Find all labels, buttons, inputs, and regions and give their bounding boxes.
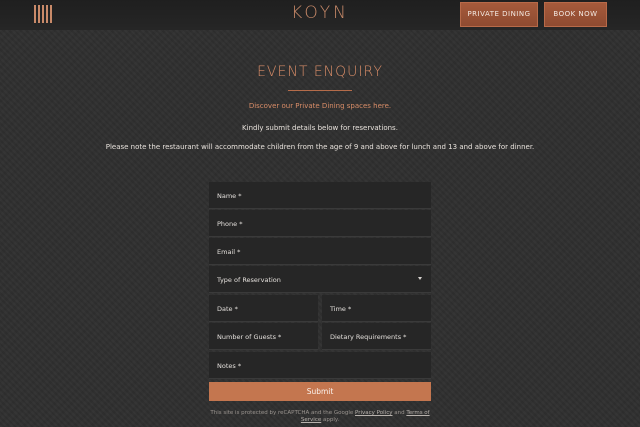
recaptcha-notice: This site is protected by reCAPTCHA and …: [210, 410, 430, 424]
date-field-label: Date *: [217, 305, 238, 313]
recaptcha-and: and: [392, 410, 407, 416]
guests-field[interactable]: Number of Guests *: [209, 323, 318, 350]
recaptcha-prefix: This site is protected by reCAPTCHA and …: [210, 410, 356, 416]
phone-field[interactable]: Phone *: [209, 210, 431, 237]
dietary-field-label: Dietary Requirements *: [330, 333, 407, 341]
title-divider: [288, 90, 352, 91]
guests-field-label: Number of Guests *: [217, 333, 282, 341]
email-field[interactable]: Email *: [209, 238, 431, 265]
reservation-instructions: Kindly submit details below for reservat…: [242, 124, 398, 132]
book-now-button[interactable]: BOOK NOW: [544, 2, 607, 27]
discover-private-dining-link[interactable]: Discover our Private Dining spaces here.: [0, 102, 640, 110]
submit-button[interactable]: Submit: [209, 382, 431, 401]
name-field-label: Name *: [217, 192, 242, 200]
privacy-policy-link[interactable]: Privacy Policy: [355, 410, 392, 416]
phone-field-label: Phone *: [217, 220, 243, 228]
time-field[interactable]: Time *: [322, 295, 431, 322]
email-field-label: Email *: [217, 248, 241, 256]
reservation-type-label: Type of Reservation: [217, 276, 281, 284]
chevron-down-icon: [418, 277, 422, 280]
children-policy-note: Please note the restaurant will accommod…: [105, 143, 535, 151]
date-field[interactable]: Date *: [209, 295, 318, 322]
page-title: EVENT ENQUIRY: [257, 64, 383, 80]
dietary-field[interactable]: Dietary Requirements *: [322, 323, 431, 350]
time-field-label: Time *: [330, 305, 352, 313]
notes-field-label: Notes *: [217, 362, 242, 370]
private-dining-button[interactable]: PRIVATE DINING: [460, 2, 538, 27]
site-header: KOYN PRIVATE DINING BOOK NOW: [0, 0, 640, 30]
name-field[interactable]: Name *: [209, 182, 431, 209]
notes-field[interactable]: Notes *: [209, 352, 431, 379]
recaptcha-suffix: apply.: [321, 417, 340, 423]
reservation-type-select[interactable]: Type of Reservation: [209, 266, 431, 293]
